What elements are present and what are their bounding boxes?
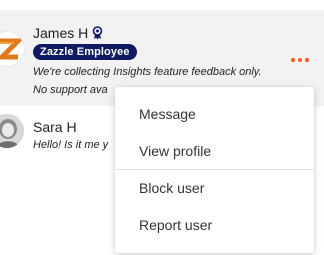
employee-badge: Zazzle Employee [33,44,137,60]
award-ribbon-icon [92,26,103,40]
dot-icon [291,58,295,62]
menu-item-report-user[interactable]: Report user [139,217,212,233]
menu-divider [115,169,314,170]
options-dropdown-menu: Message View profile Block user Report u… [115,87,314,253]
message-preview-line-2: No support ava [33,84,108,96]
message-preview-line-1: We're collecting Insights feature feedba… [33,66,262,78]
message-preview-sara: Hello! Is it me y [33,139,109,151]
user-name-james: James H [33,25,89,41]
menu-item-block-user[interactable]: Block user [139,180,204,196]
dot-icon [305,58,309,62]
menu-item-message[interactable]: Message [139,106,196,122]
user-name-sara: Sara H [33,119,77,135]
conversation-name: James H [33,25,103,41]
more-options-button[interactable] [291,55,315,65]
menu-item-view-profile[interactable]: View profile [139,143,211,159]
dot-icon [298,58,302,62]
avatar-sara [0,114,24,148]
